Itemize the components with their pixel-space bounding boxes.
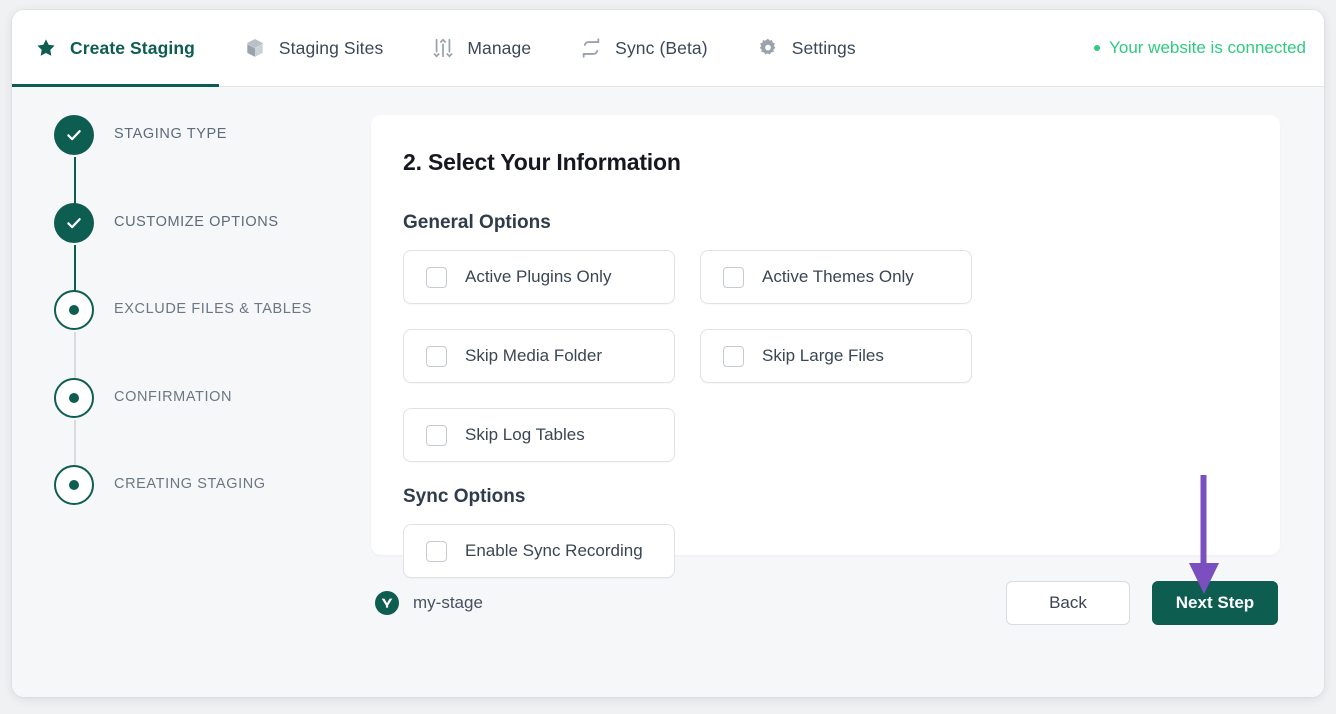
- step-dot-icon: [69, 305, 79, 315]
- option-label: Active Themes Only: [762, 267, 914, 287]
- tab-label: Create Staging: [70, 38, 195, 59]
- checkbox[interactable]: [426, 346, 447, 367]
- general-options-heading: General Options: [403, 212, 1248, 234]
- connection-status: Your website is connected: [1094, 10, 1324, 86]
- progress-stepper: STAGING TYPE CUSTOMIZE OPTIONS EXCLUDE F…: [12, 87, 357, 697]
- nav-tabs: Create Staging Staging Sites: [12, 10, 880, 86]
- step-bullet-pending: [54, 465, 94, 505]
- step-customize-options[interactable]: CUSTOMIZE OPTIONS: [54, 203, 357, 291]
- staging-site-brand: my-stage: [375, 591, 483, 615]
- sync-icon: [579, 36, 603, 60]
- next-step-button[interactable]: Next Step: [1152, 581, 1278, 625]
- page-body: STAGING TYPE CUSTOMIZE OPTIONS EXCLUDE F…: [12, 87, 1324, 697]
- main-column: 2. Select Your Information General Optio…: [357, 87, 1324, 697]
- step-exclude-files-tables[interactable]: EXCLUDE FILES & TABLES: [54, 290, 357, 378]
- tab-settings[interactable]: Settings: [732, 10, 880, 86]
- tab-manage[interactable]: Manage: [407, 10, 555, 86]
- option-label: Enable Sync Recording: [465, 541, 643, 561]
- check-icon: [65, 214, 83, 232]
- back-button-label: Back: [1049, 593, 1087, 613]
- check-icon: [65, 126, 83, 144]
- option-label: Skip Media Folder: [465, 346, 602, 366]
- tab-label: Manage: [467, 38, 531, 59]
- step-label: CREATING STAGING: [114, 476, 266, 492]
- step-bullet-done: [54, 203, 94, 243]
- option-label: Skip Large Files: [762, 346, 884, 366]
- checkbox[interactable]: [426, 425, 447, 446]
- step-creating-staging[interactable]: CREATING STAGING: [54, 465, 357, 505]
- step-label: STAGING TYPE: [114, 126, 227, 142]
- step-dot-icon: [69, 480, 79, 490]
- option-label: Skip Log Tables: [465, 425, 585, 445]
- footer-buttons: Back Next Step: [1006, 581, 1278, 625]
- tab-staging-sites[interactable]: Staging Sites: [219, 10, 407, 86]
- general-options-grid: Active Plugins Only Active Themes Only S…: [403, 250, 1248, 462]
- sliders-icon: [431, 36, 455, 60]
- back-button[interactable]: Back: [1006, 581, 1130, 625]
- tab-label: Settings: [792, 38, 856, 59]
- checkbox[interactable]: [426, 541, 447, 562]
- option-skip-log-tables[interactable]: Skip Log Tables: [403, 408, 675, 462]
- tab-sync-beta[interactable]: Sync (Beta): [555, 10, 732, 86]
- page-title: 2. Select Your Information: [403, 149, 1248, 176]
- checkbox[interactable]: [723, 346, 744, 367]
- top-navigation-bar: Create Staging Staging Sites: [12, 10, 1324, 87]
- tab-label: Staging Sites: [279, 38, 383, 59]
- logo-glyph: [379, 595, 395, 611]
- tab-label: Sync (Beta): [615, 38, 708, 59]
- cube-icon: [243, 36, 267, 60]
- step-bullet-done: [54, 115, 94, 155]
- information-card: 2. Select Your Information General Optio…: [371, 115, 1280, 555]
- option-label: Active Plugins Only: [465, 267, 611, 287]
- checkbox[interactable]: [426, 267, 447, 288]
- checkbox[interactable]: [723, 267, 744, 288]
- option-enable-sync-recording[interactable]: Enable Sync Recording: [403, 524, 675, 578]
- next-step-button-label: Next Step: [1176, 593, 1254, 613]
- step-label: CUSTOMIZE OPTIONS: [114, 214, 279, 230]
- staging-site-name: my-stage: [413, 593, 483, 613]
- option-skip-media-folder[interactable]: Skip Media Folder: [403, 329, 675, 383]
- sync-options-heading: Sync Options: [403, 486, 1248, 508]
- step-staging-type[interactable]: STAGING TYPE: [54, 115, 357, 203]
- step-bullet-pending: [54, 378, 94, 418]
- step-label: CONFIRMATION: [114, 389, 232, 405]
- star-icon: [34, 36, 58, 60]
- option-skip-large-files[interactable]: Skip Large Files: [700, 329, 972, 383]
- option-active-plugins-only[interactable]: Active Plugins Only: [403, 250, 675, 304]
- wpstaging-logo-icon: [375, 591, 399, 615]
- step-dot-icon: [69, 393, 79, 403]
- gear-icon: [756, 36, 780, 60]
- status-dot-icon: [1094, 45, 1100, 51]
- tab-create-staging[interactable]: Create Staging: [12, 10, 219, 86]
- connection-status-label: Your website is connected: [1109, 38, 1306, 58]
- app-window: Create Staging Staging Sites: [12, 10, 1324, 697]
- option-active-themes-only[interactable]: Active Themes Only: [700, 250, 972, 304]
- step-label: EXCLUDE FILES & TABLES: [114, 301, 312, 317]
- step-bullet-pending: [54, 290, 94, 330]
- step-confirmation[interactable]: CONFIRMATION: [54, 378, 357, 466]
